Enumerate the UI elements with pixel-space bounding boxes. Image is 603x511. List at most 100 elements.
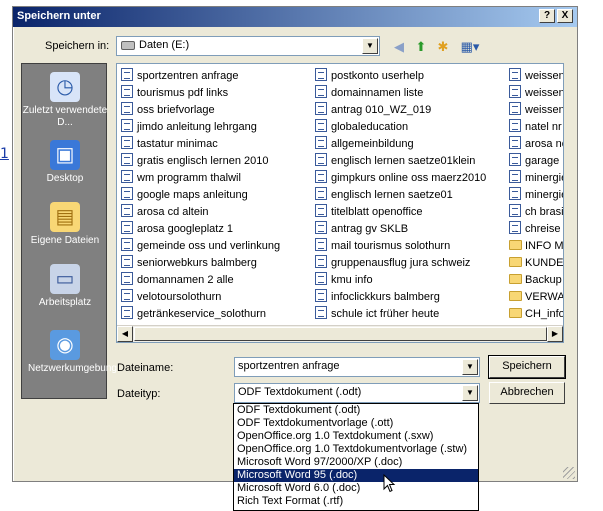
file-item[interactable]: minergie <box>509 170 563 187</box>
cancel-button[interactable]: Abbrechen <box>489 382 565 404</box>
file-item[interactable]: kmu info <box>315 272 486 289</box>
file-item[interactable]: oss briefvorlage <box>121 102 280 119</box>
filetype-option[interactable]: Microsoft Word 95 (.doc) <box>234 469 478 482</box>
place-recent-label: Zuletzt verwendete D... <box>22 105 108 128</box>
place-desktop[interactable]: ▣ Desktop <box>22 140 108 185</box>
dialog-titlebar[interactable]: Speichern unter ? X <box>13 7 577 27</box>
file-item[interactable]: gemeinde oss und verlinkung <box>121 238 280 255</box>
file-item-label: chreise s <box>525 223 563 235</box>
file-item[interactable]: allgemeinbildung <box>315 136 486 153</box>
background-link-text[interactable]: 1 <box>0 146 9 162</box>
filetype-option[interactable]: Rich Text Format (.rtf) <box>234 495 478 508</box>
filetype-dropdown-arrow[interactable]: ▼ <box>462 385 478 401</box>
file-item[interactable]: CH_info_ <box>509 306 563 323</box>
file-item[interactable]: weissens <box>509 68 563 85</box>
file-item[interactable]: KUNDEN <box>509 255 563 272</box>
document-icon <box>315 153 327 166</box>
file-item[interactable]: tourismus pdf links <box>121 85 280 102</box>
place-my-documents[interactable]: ▤ Eigene Dateien <box>22 202 108 247</box>
file-item[interactable]: sportzentren anfrage <box>121 68 280 85</box>
lookin-dropdown-arrow[interactable]: ▼ <box>362 38 378 54</box>
file-item[interactable]: mail tourismus solothurn <box>315 238 486 255</box>
filetype-option[interactable]: Microsoft Word 97/2000/XP (.doc) <box>234 456 478 469</box>
file-item[interactable]: arosa nc <box>509 136 563 153</box>
file-item[interactable]: antrag 010_WZ_019 <box>315 102 486 119</box>
folder-icon <box>509 257 522 267</box>
file-item[interactable]: minergie <box>509 187 563 204</box>
file-item[interactable]: englisch lernen saetze01klein <box>315 153 486 170</box>
file-item[interactable]: postkonto userhelp <box>315 68 486 85</box>
file-item-label: englisch lernen saetze01 <box>331 189 453 201</box>
scroll-left-button[interactable]: ◀ <box>117 326 133 342</box>
file-item-label: natel nr <box>525 121 562 133</box>
document-icon <box>509 204 521 217</box>
file-item[interactable]: natel nr <box>509 119 563 136</box>
close-button[interactable]: X <box>557 9 573 23</box>
file-item[interactable]: seniorwebkurs balmberg <box>121 255 280 272</box>
lookin-combo[interactable]: Daten (E:) ▼ <box>116 36 380 56</box>
file-item[interactable]: arosa googleplatz 1 <box>121 221 280 238</box>
save-button[interactable]: Speichern <box>488 355 566 379</box>
file-item[interactable]: schule ict früher heute <box>315 306 486 323</box>
new-folder-icon[interactable]: ✱ <box>432 37 454 57</box>
view-menu-icon[interactable]: ▦▾ <box>456 37 484 57</box>
file-item[interactable]: VERWAL <box>509 289 563 306</box>
file-item[interactable]: globaleducation <box>315 119 486 136</box>
file-item[interactable]: jimdo anleitung lehrgang <box>121 119 280 136</box>
file-item-label: tourismus pdf links <box>137 87 229 99</box>
file-item[interactable]: titelblatt openoffice <box>315 204 486 221</box>
file-item[interactable]: chreise s <box>509 221 563 238</box>
my-documents-icon: ▤ <box>50 202 80 232</box>
file-item[interactable]: gruppenausflug jura schweiz <box>315 255 486 272</box>
document-icon <box>315 68 327 81</box>
filetype-option[interactable]: ODF Textdokumentvorlage (.ott) <box>234 417 478 430</box>
filetype-option[interactable]: OpenOffice.org 1.0 Textdokument (.sxw) <box>234 430 478 443</box>
document-icon <box>121 187 133 200</box>
file-column-3: weissens weissens weissens natel nr arosa nc… <box>509 68 563 323</box>
filename-input[interactable]: sportzentren anfrage ▼ <box>234 357 480 377</box>
file-item[interactable]: weissens <box>509 85 563 102</box>
file-item[interactable]: gratis englisch lernen 2010 <box>121 153 280 170</box>
scroll-thumb[interactable] <box>134 327 547 341</box>
background-window <box>0 0 12 511</box>
place-network[interactable]: ◉ Netzwerkumgebung <box>22 330 117 375</box>
scroll-right-button[interactable]: ▶ <box>547 326 563 342</box>
file-item[interactable]: wm programm thalwil <box>121 170 280 187</box>
file-item[interactable]: antrag gv SKLB <box>315 221 486 238</box>
file-item[interactable]: tastatur minimac <box>121 136 280 153</box>
filename-value: sportzentren anfrage <box>238 360 340 372</box>
document-icon <box>121 136 133 149</box>
file-item[interactable]: englisch lernen saetze01 <box>315 187 486 204</box>
filename-dropdown-arrow[interactable]: ▼ <box>462 359 478 375</box>
file-item[interactable]: domannamen 2 alle <box>121 272 280 289</box>
file-item[interactable]: Backup S <box>509 272 563 289</box>
horizontal-scrollbar[interactable]: ◀ ▶ <box>117 325 563 342</box>
help-button[interactable]: ? <box>539 9 555 23</box>
file-item[interactable]: gimpkurs online oss maerz2010 <box>315 170 486 187</box>
file-item-label: domainnamen liste <box>331 87 424 99</box>
file-item[interactable]: INFO MA <box>509 238 563 255</box>
file-item[interactable]: garage h <box>509 153 563 170</box>
file-item[interactable]: ch brasili <box>509 204 563 221</box>
file-item[interactable]: getränkeservice_solothurn <box>121 306 280 323</box>
file-item[interactable]: arosa cd altein <box>121 204 280 221</box>
dialog-title: Speichern unter <box>17 10 101 22</box>
file-item-label: titelblatt openoffice <box>331 206 423 218</box>
filetype-option[interactable]: Microsoft Word 6.0 (.doc) <box>234 482 478 495</box>
filetype-select[interactable]: ODF Textdokument (.odt) ▼ <box>234 383 480 403</box>
file-item[interactable]: domainnamen liste <box>315 85 486 102</box>
document-icon <box>121 102 133 115</box>
place-recent[interactable]: ◷ Zuletzt verwendete D... <box>22 72 108 129</box>
file-item-label: kmu info <box>331 274 373 286</box>
file-item[interactable]: google maps anleitung <box>121 187 280 204</box>
filetype-option[interactable]: ODF Textdokument (.odt) <box>234 404 478 417</box>
file-item[interactable]: weissens <box>509 102 563 119</box>
file-item[interactable]: infoclickkurs balmberg <box>315 289 486 306</box>
resize-grip[interactable] <box>563 467 575 479</box>
up-folder-icon[interactable]: ⬆ <box>410 37 432 57</box>
place-my-computer[interactable]: ▭ Arbeitsplatz <box>22 264 108 309</box>
file-list[interactable]: sportzentren anfrage tourismus pdf links o… <box>116 63 564 343</box>
file-item[interactable]: velotoursolothurn <box>121 289 280 306</box>
back-icon[interactable]: ◀ <box>388 37 410 57</box>
filetype-option[interactable]: OpenOffice.org 1.0 Textdokumentvorlage (… <box>234 443 478 456</box>
